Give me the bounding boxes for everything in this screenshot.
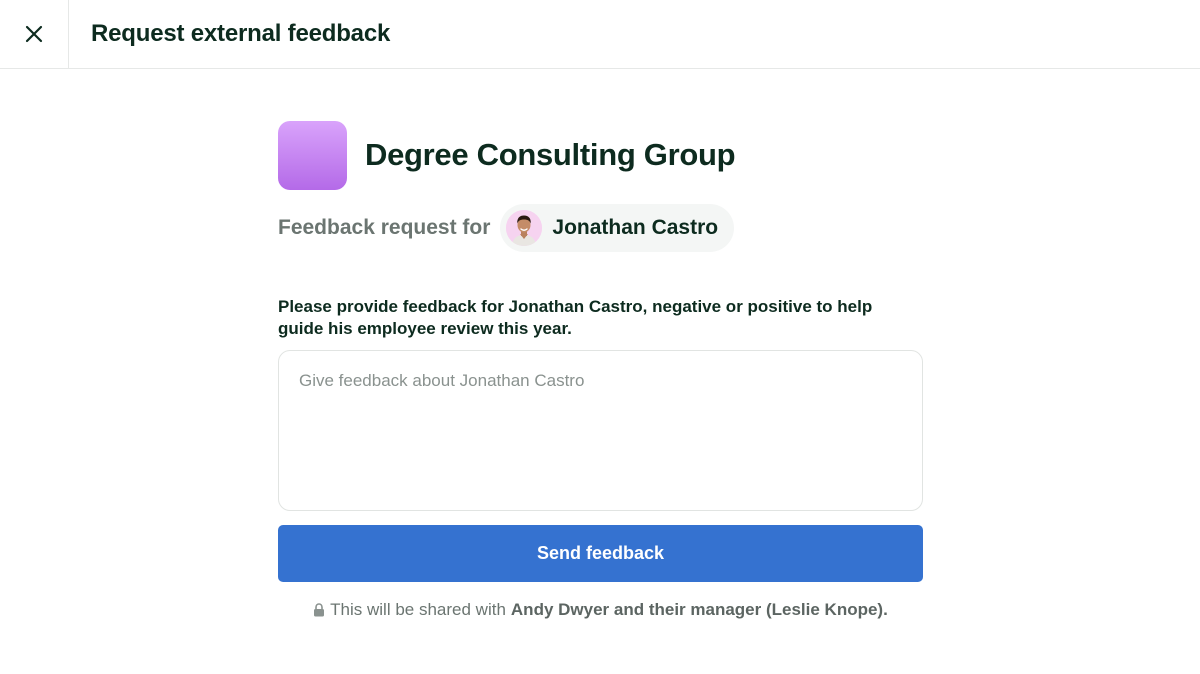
feedback-prompt: Please provide feedback for Jonathan Cas… — [278, 297, 873, 338]
share-notice-prefix: This will be shared with — [330, 600, 506, 619]
page-title: Request external feedback — [91, 20, 391, 47]
lock-icon — [314, 603, 325, 617]
close-button[interactable] — [0, 0, 69, 68]
organization-logo — [278, 120, 347, 190]
feedback-form: Degree Consulting Group Feedback request… — [278, 120, 923, 620]
request-for-label: Feedback request for — [278, 216, 491, 239]
organization-name: Degree Consulting Group — [365, 137, 736, 172]
share-notice-recipients: Andy Dwyer and their manager (Leslie Kno… — [510, 600, 888, 619]
organization-header: Degree Consulting Group — [278, 120, 923, 190]
send-feedback-button[interactable]: Send feedback — [278, 525, 923, 582]
close-icon — [25, 25, 43, 43]
share-notice: This will be shared with Andy Dwyer and … — [278, 600, 923, 620]
person-name: Jonathan Castro — [552, 216, 719, 239]
header-bar: Request external feedback — [0, 0, 1200, 69]
person-chip: Jonathan Castro — [500, 204, 735, 252]
avatar — [506, 210, 543, 246]
feedback-textarea[interactable] — [278, 350, 923, 511]
request-for-row: Feedback request for Jonathan Castro — [278, 204, 923, 252]
